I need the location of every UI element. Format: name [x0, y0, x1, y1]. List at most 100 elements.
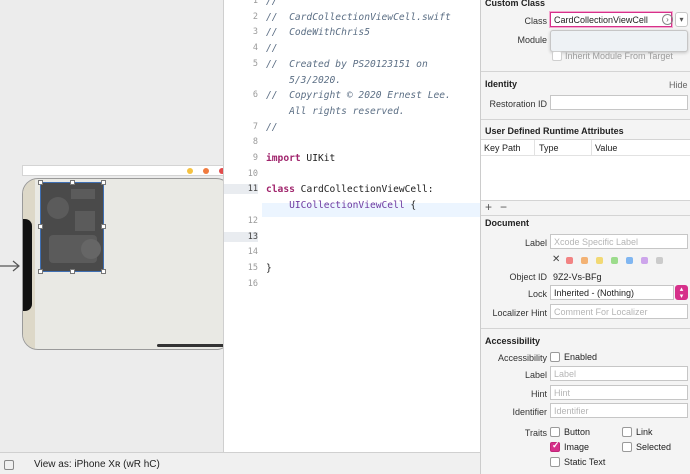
code-comment: //	[266, 0, 278, 7]
code-line[interactable]: // CardCollectionViewCell.swift	[266, 12, 451, 23]
runtime-attributes-table[interactable]: Key Path Type Value	[481, 139, 690, 201]
view-controller-icon[interactable]	[203, 168, 209, 174]
hint-placeholder: Hint	[554, 388, 571, 398]
color-tag-purple[interactable]	[641, 257, 648, 264]
accessibility-enabled-checkbox[interactable]	[550, 352, 560, 362]
trait-image-checkbox[interactable]	[550, 440, 560, 452]
code-comment: // CardCollectionViewCell.swift	[266, 11, 451, 23]
resize-handle[interactable]	[101, 224, 106, 229]
resize-handle[interactable]	[101, 180, 106, 185]
lock-select[interactable]: Inherited - (Nothing)	[550, 285, 674, 300]
code-plain: }	[266, 262, 272, 274]
class-arrow-icon[interactable]: ›	[662, 14, 673, 25]
code-comment: // Copyright © 2020 Ernest Lee.	[266, 90, 451, 102]
color-tag-blue[interactable]	[626, 257, 633, 264]
trait-static-text-label: Static Text	[564, 457, 606, 467]
column-divider	[591, 140, 592, 156]
scene-dock[interactable]	[22, 165, 223, 176]
restoration-id-field[interactable]	[550, 95, 688, 110]
color-tag-green[interactable]	[611, 257, 618, 264]
module-label: Module	[517, 35, 547, 45]
code-plain: UIKit	[300, 153, 336, 164]
line-number: 15	[247, 262, 258, 273]
document-label-placeholder: Xcode Specific Label	[554, 237, 639, 247]
identifier-label: Identifier	[512, 407, 547, 417]
code-line[interactable]: // Copyright © 2020 Ernest Lee.	[266, 90, 451, 101]
section-divider	[481, 328, 690, 329]
code-line[interactable]: //	[266, 43, 278, 54]
restoration-id-label: Restoration ID	[489, 99, 547, 109]
chevron-down-icon[interactable]: ▾	[675, 12, 688, 27]
document-label-field[interactable]: Xcode Specific Label	[550, 234, 688, 249]
line-number: 4	[252, 43, 258, 54]
resize-handle[interactable]	[38, 224, 43, 229]
minus-icon[interactable]: −	[500, 200, 507, 214]
code-line[interactable]: class CardCollectionViewCell:	[266, 184, 434, 195]
code-plain: {	[404, 200, 417, 212]
trait-selected-checkbox[interactable]	[622, 442, 632, 452]
code-line[interactable]: // CodeWithChris5	[266, 27, 370, 38]
column-header-type[interactable]: Type	[539, 143, 559, 153]
canvas-bottom-bar: View as: iPhone Xʀ (wR hC)	[0, 452, 480, 474]
trait-static-text-checkbox[interactable]	[550, 457, 560, 467]
code-line[interactable]: import UIKit	[266, 153, 335, 164]
lock-value: Inherited - (Nothing)	[554, 288, 635, 298]
accessibility-enabled-label: Enabled	[564, 352, 598, 362]
resize-handle[interactable]	[101, 269, 106, 274]
line-number: 16	[247, 278, 258, 289]
line-number: 5	[252, 58, 258, 69]
module-dropdown-popup[interactable]	[550, 30, 688, 52]
column-header-key-path[interactable]: Key Path	[484, 143, 521, 153]
color-tag-yellow[interactable]	[596, 257, 603, 264]
first-responder-icon[interactable]	[187, 168, 193, 174]
color-tag-red[interactable]	[566, 257, 573, 264]
identity-inspector: Custom Class Class CardCollectionViewCel…	[480, 0, 690, 474]
document-label-label: Label	[524, 238, 547, 248]
image-shape	[71, 189, 95, 199]
line-number: 2	[252, 11, 258, 22]
image-shape	[81, 239, 101, 259]
resize-handle[interactable]	[70, 269, 75, 274]
sidebar-toggle-icon[interactable]	[4, 460, 14, 470]
color-tag-gray[interactable]	[656, 257, 663, 264]
identifier-field[interactable]: Identifier	[550, 403, 688, 418]
storyboard-canvas[interactable]	[0, 0, 224, 452]
code-line[interactable]: //	[266, 122, 278, 133]
code-line[interactable]: }	[266, 263, 272, 274]
hint-field[interactable]: Hint	[550, 385, 688, 400]
entry-point-arrow-icon[interactable]	[0, 260, 20, 272]
accessibility-label-label: Label	[524, 370, 547, 380]
code-comment: // Created by PS20123151 on	[266, 58, 428, 70]
column-header-value[interactable]: Value	[595, 143, 617, 153]
trait-button-checkbox[interactable]	[550, 427, 560, 437]
section-divider	[481, 215, 690, 216]
collection-view-cell[interactable]	[40, 182, 104, 272]
code-line[interactable]: //	[266, 0, 278, 7]
line-number: 14	[247, 247, 258, 258]
inherit-module-checkbox[interactable]	[552, 51, 562, 61]
trait-link-checkbox[interactable]	[622, 427, 632, 437]
code-line[interactable]: All rights reserved.	[266, 106, 405, 117]
plus-icon[interactable]: +	[485, 200, 492, 214]
accessibility-label: Accessibility	[497, 353, 547, 363]
line-number: 8	[252, 137, 258, 148]
resize-handle[interactable]	[38, 180, 43, 185]
identity-hide-button[interactable]: Hide	[669, 80, 688, 90]
color-tag-orange[interactable]	[581, 257, 588, 264]
class-field[interactable]: CardCollectionViewCell	[550, 12, 672, 27]
code-editor[interactable]: 1 2 3 4 5 6 7 8 9 10 11 12 13 14 15 16 //// CardCollect…	[224, 0, 480, 474]
image-shape	[75, 211, 95, 231]
view-as-device-button[interactable]: View as: iPhone Xʀ (wR hC)	[34, 459, 160, 470]
resize-handle[interactable]	[38, 269, 43, 274]
accessibility-label-field[interactable]: Label	[550, 366, 688, 381]
line-number: 13	[224, 231, 258, 242]
code-line[interactable]: UICollectionViewCell {	[266, 200, 416, 211]
code-line[interactable]: 5/3/2020.	[266, 75, 341, 86]
clear-color-tag-icon[interactable]: ✕	[552, 254, 560, 265]
resize-handle[interactable]	[70, 180, 75, 185]
stepper-arrows-icon[interactable]: ▴ ▾	[675, 285, 688, 300]
code-comment: //	[266, 121, 278, 133]
code-line[interactable]: // Created by PS20123151 on	[266, 59, 428, 70]
localizer-hint-label: Localizer Hint	[492, 308, 547, 318]
localizer-hint-field[interactable]: Comment For Localizer	[550, 304, 688, 319]
